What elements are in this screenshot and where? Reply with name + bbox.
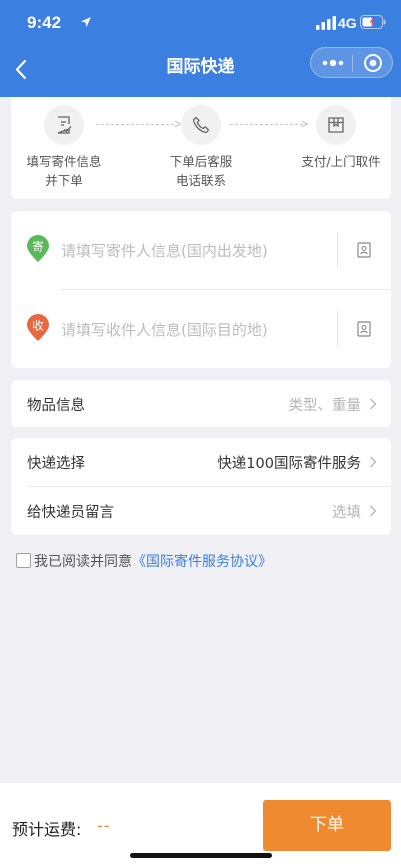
sender-divider — [337, 232, 338, 268]
express-select-row[interactable]: 快递选择 快递100国际寄件服务 — [11, 438, 391, 486]
address-book-icon[interactable] — [356, 242, 372, 258]
step-1-label: 填写寄件信息 并下单 — [26, 154, 102, 188]
battery-icon — [360, 15, 386, 29]
header: 9:42 4G 国际快递 — [0, 0, 401, 97]
network-type: 4G — [338, 15, 357, 31]
capsule-divider — [352, 55, 353, 72]
sender-placeholder: 请填写寄件人信息(国内出发地) — [61, 242, 268, 260]
signal-icon — [316, 16, 336, 30]
close-target-icon[interactable] — [363, 53, 383, 73]
mini-program-capsule — [310, 47, 393, 78]
chevron-right-icon — [370, 398, 377, 410]
step-connector — [96, 124, 174, 125]
status-bar: 9:42 4G — [0, 0, 401, 47]
connector-arrow-icon — [301, 120, 308, 128]
step-2-label: 下单后客服 电话联系 — [169, 154, 233, 188]
nav-bar: 国际快递 — [0, 47, 401, 97]
fee-value: -- — [97, 816, 111, 835]
chevron-right-icon — [370, 505, 377, 517]
express-select-value: 快递100国际寄件服务 — [217, 456, 361, 472]
step-1-icon — [44, 105, 84, 145]
phone-icon — [192, 116, 210, 134]
step-3-label: 支付/上门取件 — [301, 154, 381, 169]
express-card: 快递选择 快递100国际寄件服务 给快递员留言 选填 — [11, 438, 391, 535]
process-steps: 填写寄件信息 并下单 下单后客服 电话联系 支付/上门取件 — [11, 97, 391, 199]
step-connector — [230, 124, 308, 125]
sender-row[interactable]: 寄 请填写寄件人信息(国内出发地) — [11, 211, 391, 289]
step-2-icon — [181, 105, 221, 145]
item-info-row[interactable]: 物品信息 类型、重量 — [11, 380, 391, 427]
address-book-icon[interactable] — [356, 321, 372, 337]
agreement-checkbox[interactable] — [16, 553, 31, 568]
receiver-badge-icon: 收 — [27, 314, 49, 341]
receiver-placeholder: 请填写收件人信息(国际目的地) — [61, 321, 268, 339]
step-3-icon — [316, 105, 356, 145]
fee-label: 预计运费: — [12, 820, 82, 839]
status-time: 9:42 — [27, 13, 62, 32]
receiver-row[interactable]: 收 请填写收件人信息(国际目的地) — [11, 290, 391, 368]
sender-badge-text: 寄 — [32, 240, 44, 254]
agreement: 我已阅读并同意《国际寄件服务协议》 — [16, 551, 272, 571]
form-check-icon — [57, 116, 72, 134]
package-icon — [328, 117, 344, 133]
courier-message-value: 选填 — [332, 505, 361, 521]
express-select-label: 快递选择 — [27, 456, 85, 472]
address-card: 寄 请填写寄件人信息(国内出发地) 收 请填写收件人信息(国际目的地) — [11, 211, 391, 368]
agreement-text: 我已阅读并同意 — [34, 554, 132, 570]
chevron-right-icon — [370, 456, 377, 468]
place-order-button[interactable]: 下单 — [263, 800, 391, 851]
item-info-value: 类型、重量 — [288, 398, 362, 414]
courier-message-row[interactable]: 给快递员留言 选填 — [11, 487, 391, 535]
courier-message-label: 给快递员留言 — [27, 505, 114, 521]
receiver-badge-text: 收 — [32, 319, 44, 333]
more-dots-icon[interactable] — [321, 56, 345, 70]
location-arrow-icon — [81, 17, 91, 27]
item-info-label: 物品信息 — [27, 398, 85, 414]
home-indicator — [130, 853, 272, 858]
receiver-divider — [337, 311, 338, 347]
sender-badge-icon: 寄 — [27, 235, 49, 262]
agreement-link[interactable]: 《国际寄件服务协议》 — [132, 554, 272, 570]
